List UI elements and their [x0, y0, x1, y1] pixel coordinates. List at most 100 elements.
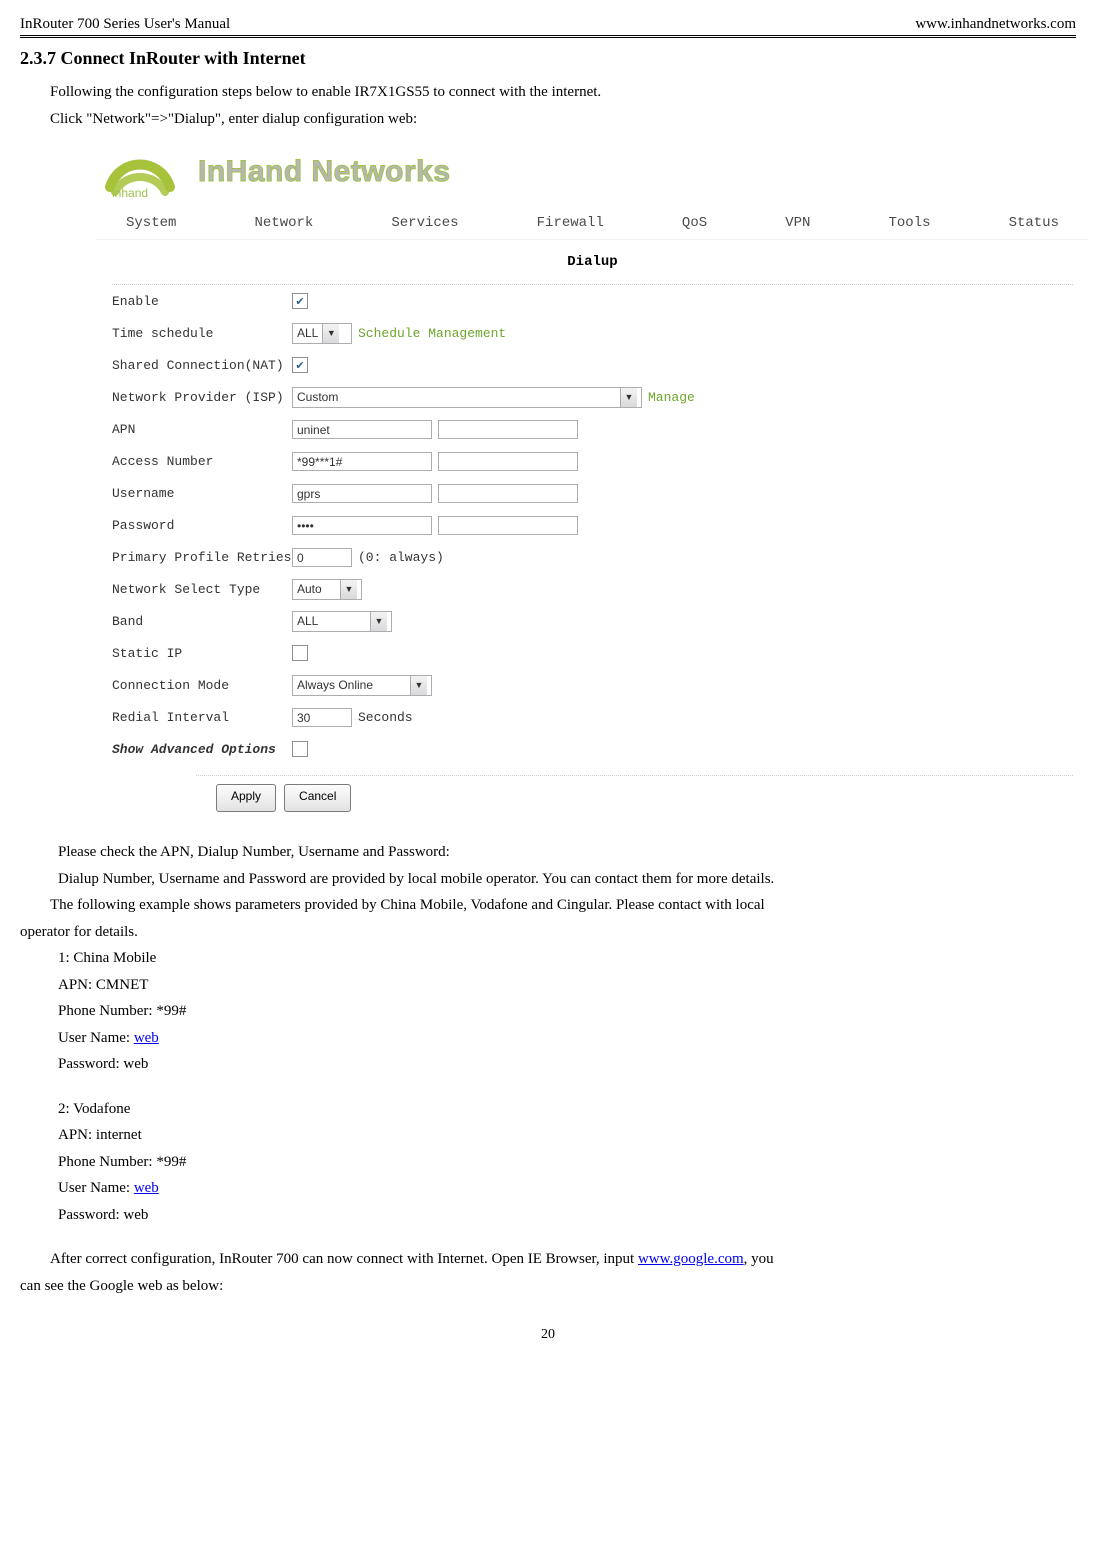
- ex2-phone: Phone Number: *99#: [58, 1151, 1076, 1174]
- ex2-user-link[interactable]: web: [134, 1180, 159, 1196]
- section-heading: 2.3.7 Connect InRouter with Internet: [20, 48, 1076, 69]
- staticip-checkbox[interactable]: [292, 645, 308, 661]
- redial-unit: Seconds: [358, 710, 413, 725]
- menu-bar: System Network Services Firewall QoS VPN…: [96, 207, 1089, 240]
- label-netselect: Network Select Type: [112, 582, 292, 597]
- page-number: 20: [20, 1327, 1076, 1343]
- password-input[interactable]: ••••: [292, 516, 432, 535]
- menu-firewall[interactable]: Firewall: [537, 215, 604, 231]
- final-a: After correct configuration, InRouter 70…: [50, 1251, 638, 1267]
- row-redial: Redial Interval 30 Seconds: [96, 701, 1089, 733]
- menu-vpn[interactable]: VPN: [785, 215, 810, 231]
- redial-input[interactable]: 30: [292, 708, 352, 727]
- row-access: Access Number *99***1#: [96, 445, 1089, 477]
- netselect-value: Auto: [297, 580, 336, 599]
- access-input-2[interactable]: [438, 452, 578, 471]
- p-check: Please check the APN, Dialup Number, Use…: [58, 841, 1076, 864]
- header-left: InRouter 700 Series User's Manual: [20, 16, 230, 33]
- isp-select[interactable]: Custom ▼: [292, 387, 642, 408]
- chevron-down-icon: ▼: [370, 612, 387, 631]
- chevron-down-icon: ▼: [410, 676, 427, 695]
- ex2-user: User Name: web: [58, 1177, 1076, 1200]
- google-link[interactable]: www.google.com: [638, 1251, 744, 1267]
- chevron-down-icon: ▼: [322, 324, 339, 343]
- final-line-c: can see the Google web as below:: [20, 1275, 1076, 1298]
- cancel-button[interactable]: Cancel: [284, 784, 351, 812]
- isp-value: Custom: [297, 388, 616, 407]
- dialup-panel: Dialup Enable ✔ Time schedule ALL ▼ Sche…: [96, 240, 1089, 822]
- row-netselect: Network Select Type Auto ▼: [96, 573, 1089, 605]
- final-b: , you: [744, 1251, 774, 1267]
- band-select[interactable]: ALL ▼: [292, 611, 392, 632]
- header-right: www.inhandnetworks.com: [915, 16, 1076, 33]
- label-schedule: Time schedule: [112, 326, 292, 341]
- label-nat: Shared Connection(NAT): [112, 358, 292, 373]
- access-input[interactable]: *99***1#: [292, 452, 432, 471]
- retries-input[interactable]: 0: [292, 548, 352, 567]
- retries-note: (0: always): [358, 550, 444, 565]
- showadv-checkbox[interactable]: [292, 741, 308, 757]
- row-staticip: Static IP: [96, 637, 1089, 669]
- row-showadv: Show Advanced Options: [96, 733, 1089, 765]
- row-isp: Network Provider (ISP) Custom ▼ Manage: [96, 381, 1089, 413]
- panel-title: Dialup: [112, 240, 1073, 285]
- logo-text: InHand Networks: [198, 155, 451, 189]
- username-input-2[interactable]: [438, 484, 578, 503]
- band-value: ALL: [297, 612, 366, 631]
- ex1-apn: APN: CMNET: [58, 974, 1076, 997]
- password-input-2[interactable]: [438, 516, 578, 535]
- apply-button[interactable]: Apply: [216, 784, 276, 812]
- menu-tools[interactable]: Tools: [888, 215, 930, 231]
- p-example-a: The following example shows parameters p…: [50, 894, 1076, 917]
- row-username: Username gprs: [96, 477, 1089, 509]
- dotted-separator: [196, 775, 1073, 776]
- menu-services[interactable]: Services: [391, 215, 458, 231]
- apn-input-2[interactable]: [438, 420, 578, 439]
- apn-input[interactable]: uninet: [292, 420, 432, 439]
- schedule-select[interactable]: ALL ▼: [292, 323, 352, 344]
- ex1-user-link[interactable]: web: [134, 1030, 159, 1046]
- row-schedule: Time schedule ALL ▼ Schedule Management: [96, 317, 1089, 349]
- logo-row: inhand InHand Networks: [96, 143, 1089, 207]
- chevron-down-icon: ▼: [340, 580, 357, 599]
- row-enable: Enable ✔: [96, 285, 1089, 317]
- intro-para-2: Click "Network"=>"Dialup", enter dialup …: [50, 108, 1076, 131]
- chevron-down-icon: ▼: [620, 388, 637, 407]
- ex2-user-label: User Name:: [58, 1180, 134, 1196]
- inhand-logo-icon: inhand: [100, 147, 180, 197]
- ex2-apn: APN: internet: [58, 1124, 1076, 1147]
- label-band: Band: [112, 614, 292, 629]
- connmode-select[interactable]: Always Online ▼: [292, 675, 432, 696]
- menu-status[interactable]: Status: [1009, 215, 1059, 231]
- p-example-b: operator for details.: [20, 921, 1076, 944]
- intro-para-1: Following the configuration steps below …: [50, 81, 1076, 104]
- header-rule: [20, 35, 1076, 38]
- ex1-user: User Name: web: [58, 1027, 1076, 1050]
- username-input[interactable]: gprs: [292, 484, 432, 503]
- schedule-mgmt-link[interactable]: Schedule Management: [358, 326, 506, 341]
- manage-link[interactable]: Manage: [648, 390, 695, 405]
- page-header: InRouter 700 Series User's Manual www.in…: [20, 16, 1076, 33]
- button-row: Apply Cancel: [96, 784, 1089, 822]
- label-access: Access Number: [112, 454, 292, 469]
- netselect-select[interactable]: Auto ▼: [292, 579, 362, 600]
- connmode-value: Always Online: [297, 676, 406, 695]
- enable-checkbox[interactable]: ✔: [292, 293, 308, 309]
- row-retries: Primary Profile Retries 0 (0: always): [96, 541, 1089, 573]
- menu-qos[interactable]: QoS: [682, 215, 707, 231]
- row-nat: Shared Connection(NAT) ✔: [96, 349, 1089, 381]
- router-screenshot: inhand InHand Networks System Network Se…: [95, 142, 1090, 823]
- label-isp: Network Provider (ISP): [112, 390, 292, 405]
- ex1-title: 1: China Mobile: [58, 947, 1076, 970]
- menu-network[interactable]: Network: [254, 215, 313, 231]
- schedule-value: ALL: [297, 324, 318, 343]
- ex1-phone: Phone Number: *99#: [58, 1000, 1076, 1023]
- row-apn: APN uninet: [96, 413, 1089, 445]
- menu-system[interactable]: System: [126, 215, 176, 231]
- nat-checkbox[interactable]: ✔: [292, 357, 308, 373]
- ex1-user-label: User Name:: [58, 1030, 134, 1046]
- final-line-a: After correct configuration, InRouter 70…: [50, 1248, 1076, 1271]
- ex1-pass: Password: web: [58, 1053, 1076, 1076]
- label-retries: Primary Profile Retries: [112, 550, 292, 565]
- label-username: Username: [112, 486, 292, 501]
